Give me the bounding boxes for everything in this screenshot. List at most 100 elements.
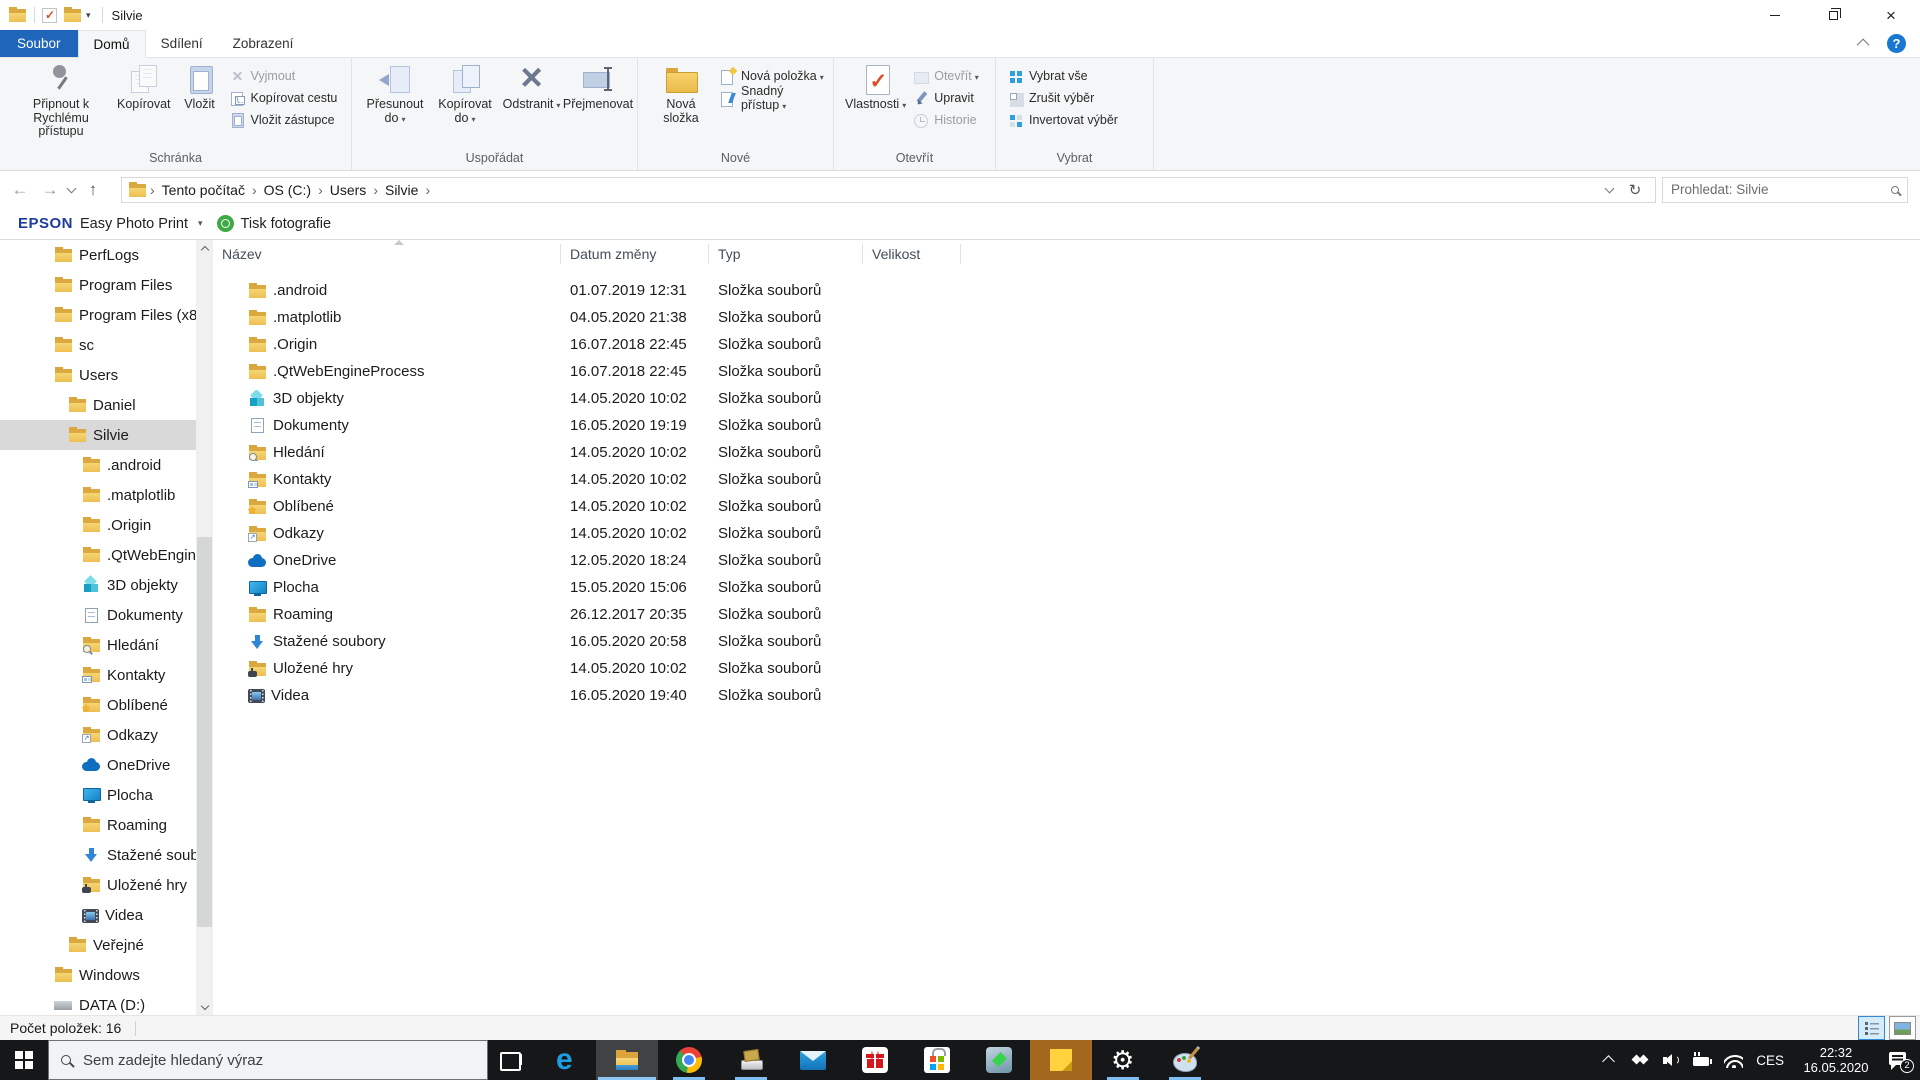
sidebar-item-kontakty[interactable]: Kontakty [0, 660, 196, 690]
recent-locations-chevron[interactable] [66, 183, 77, 193]
breadcrumb[interactable]: › Tento počítač › OS (C:) › Users › Silvie › ↻ [121, 176, 1656, 203]
ribbon-button-vložit-zástupce[interactable]: Vložit zástupce [226, 109, 342, 131]
print-photo-icon[interactable] [216, 215, 234, 232]
search-box[interactable]: Prohledat: Silvie [1662, 176, 1908, 203]
ribbon-button-zrušit-výběr[interactable]: Zrušit výběr [1004, 87, 1122, 109]
thumbnails-view-button[interactable] [1889, 1016, 1916, 1040]
sidebar-item-onedrive[interactable]: OneDrive [0, 750, 196, 780]
ribbon-button-upravit[interactable]: Upravit [909, 87, 983, 109]
dropbox-icon[interactable] [1631, 1052, 1649, 1068]
taskbar-search[interactable]: Sem zadejte hledaný výraz [48, 1040, 488, 1080]
file-row-kontakty[interactable]: Kontakty 14.05.2020 10:02 Složka souborů [213, 466, 1920, 493]
ribbon-button-přejmenovat[interactable]: Přejmenovat [563, 60, 633, 114]
epson-product[interactable]: Easy Photo Print [80, 216, 188, 232]
ribbon-button-připnout-k-rychlému-přístupu[interactable]: Připnout k Rychlému přístupu [8, 60, 114, 141]
ribbon-button-nová-složka[interactable]: Nová složka [646, 60, 716, 127]
ribbon-button-přesunout-do[interactable]: Přesunout do ▾ [360, 60, 430, 128]
file-row-matplotlib[interactable]: .matplotlib 04.05.2020 21:38 Složka soubor… [213, 304, 1920, 331]
sidebar-item-origin[interactable]: .Origin [0, 510, 196, 540]
scrollbar-thumb[interactable] [197, 537, 212, 927]
taskbar-app-sims[interactable] [968, 1040, 1030, 1080]
sidebar-item-users[interactable]: Users [0, 360, 196, 390]
wifi-icon[interactable] [1724, 1052, 1744, 1068]
file-row-onedrive[interactable]: OneDrive 12.05.2020 18:24 Složka souborů [213, 547, 1920, 574]
ribbon-button-kopírovat-do[interactable]: Kopírovat do ▾ [430, 60, 500, 128]
volume-icon[interactable] [1662, 1052, 1680, 1068]
taskbar-app-edge[interactable] [534, 1040, 596, 1080]
back-button[interactable]: ← [8, 180, 32, 200]
sidebar-item-veřejné[interactable]: Veřejné [0, 930, 196, 960]
ribbon-button-odstranit[interactable]: Odstranit▾ [500, 60, 563, 115]
taskbar-app-chrome[interactable] [658, 1040, 720, 1080]
file-row-dokumenty[interactable]: Dokumenty 16.05.2020 19:19 Složka souborů [213, 412, 1920, 439]
file-row-origin[interactable]: .Origin 16.07.2018 22:45 Složka souborů [213, 331, 1920, 358]
up-button[interactable]: ↑ [81, 180, 105, 200]
minimize-button[interactable] [1746, 0, 1804, 30]
quick-access-customize-caret[interactable]: ▾ [86, 10, 91, 21]
file-row-3d-objekty[interactable]: 3D objekty 14.05.2020 10:02 Složka souborů [213, 385, 1920, 412]
epson-dropdown-caret[interactable]: ▾ [198, 218, 203, 229]
sidebar-item-oblíbené[interactable]: ★ Oblíbené [0, 690, 196, 720]
sidebar-item-android[interactable]: .android [0, 450, 196, 480]
breadcrumb-item-os-c[interactable]: OS (C:) [260, 182, 315, 198]
breadcrumb-item-users[interactable]: Users [326, 182, 371, 198]
sidebar-item-3d-objekty[interactable]: 3D objekty [0, 570, 196, 600]
sidebar-item-qtwebengineprocess[interactable]: .QtWebEngineProcess [0, 540, 196, 570]
taskbar-app-gift-app[interactable] [844, 1040, 906, 1080]
column-header-název[interactable]: Název [213, 244, 561, 264]
sidebar-item-odkazy[interactable]: ↗ Odkazy [0, 720, 196, 750]
ribbon-button-kopírovat[interactable]: Kopírovat [114, 60, 174, 114]
scroll-up-icon[interactable] [196, 240, 213, 257]
taskbar-app-paint[interactable] [1154, 1040, 1216, 1080]
sidebar-item-daniel[interactable]: Daniel [0, 390, 196, 420]
tab-sdílení[interactable]: Sdílení [146, 30, 218, 57]
tab-zobrazení[interactable]: Zobrazení [218, 30, 309, 57]
sidebar-item-sc[interactable]: sc [0, 330, 196, 360]
taskbar-app-microsoft-store[interactable] [906, 1040, 968, 1080]
quick-access-properties-icon[interactable] [42, 7, 57, 23]
file-row-oblíbené[interactable]: ★ Oblíbené 14.05.2020 10:02 Složka souborů [213, 493, 1920, 520]
ribbon-button-vlastnosti[interactable]: Vlastnosti▾ [842, 60, 909, 115]
column-header-typ[interactable]: Typ [709, 244, 863, 264]
sidebar-item-videa[interactable]: Videa [0, 900, 196, 930]
sidebar-item-stažené-soubory[interactable]: Stažené soubory [0, 840, 196, 870]
quick-access-new-folder-icon[interactable] [63, 7, 82, 23]
forward-button[interactable]: → [38, 180, 62, 200]
close-button[interactable]: × [1862, 0, 1920, 30]
file-row-hledání[interactable]: Hledání 14.05.2020 10:02 Složka souborů [213, 439, 1920, 466]
ribbon-button-invertovat-výběr[interactable]: Invertovat výběr [1004, 109, 1122, 131]
sidebar-item-silvie[interactable]: Silvie [0, 420, 196, 450]
taskbar-app-utility-app[interactable] [720, 1040, 782, 1080]
language-indicator[interactable]: CES [1756, 1053, 1784, 1068]
sidebar-item-data-d[interactable]: DATA (D:) [0, 990, 196, 1015]
sidebar-item-matplotlib[interactable]: .matplotlib [0, 480, 196, 510]
scroll-down-icon[interactable] [196, 998, 213, 1015]
sidebar-item-hledání[interactable]: Hledání [0, 630, 196, 660]
help-button[interactable]: ? [1887, 34, 1906, 53]
sidebar-item-program-files[interactable]: Program Files [0, 270, 196, 300]
ribbon-button-kopírovat-cestu[interactable]: Kopírovat cestu [226, 87, 342, 109]
ribbon-button-historie[interactable]: Historie [909, 109, 983, 131]
ribbon-button-otevřít[interactable]: Otevřít ▾ [909, 65, 983, 87]
tab-file[interactable]: Soubor [0, 30, 78, 57]
clock[interactable]: 22:32 16.05.2020 [1797, 1045, 1875, 1075]
task-view-button[interactable] [488, 1040, 534, 1080]
refresh-button[interactable]: ↻ [1623, 177, 1647, 203]
sidebar-item-windows[interactable]: Windows [0, 960, 196, 990]
ribbon-button-vyjmout[interactable]: Vyjmout [226, 65, 342, 87]
sidebar-item-roaming[interactable]: Roaming [0, 810, 196, 840]
tab-domů[interactable]: Domů [77, 30, 146, 58]
ribbon-button-vybrat-vše[interactable]: Vybrat vše [1004, 65, 1122, 87]
details-view-button[interactable] [1858, 1016, 1885, 1040]
restore-button[interactable] [1804, 0, 1862, 30]
file-row-qtwebengineprocess[interactable]: .QtWebEngineProcess 16.07.2018 22:45 Složk… [213, 358, 1920, 385]
file-row-uložené-hry[interactable]: Uložené hry 14.05.2020 10:02 Složka soubor… [213, 655, 1920, 682]
file-row-stažené-soubory[interactable]: Stažené soubory 16.05.2020 20:58 Složka so… [213, 628, 1920, 655]
breadcrumb-item-tento-počítač[interactable]: Tento počítač [158, 182, 249, 198]
address-dropdown-chevron[interactable] [1604, 183, 1615, 193]
taskbar-app-mail[interactable] [782, 1040, 844, 1080]
file-row-roaming[interactable]: Roaming 26.12.2017 20:35 Složka souborů [213, 601, 1920, 628]
sidebar-item-perflogs[interactable]: PerfLogs [0, 240, 196, 270]
start-button[interactable] [0, 1040, 48, 1080]
taskbar-app-sticky-notes[interactable] [1030, 1040, 1092, 1080]
